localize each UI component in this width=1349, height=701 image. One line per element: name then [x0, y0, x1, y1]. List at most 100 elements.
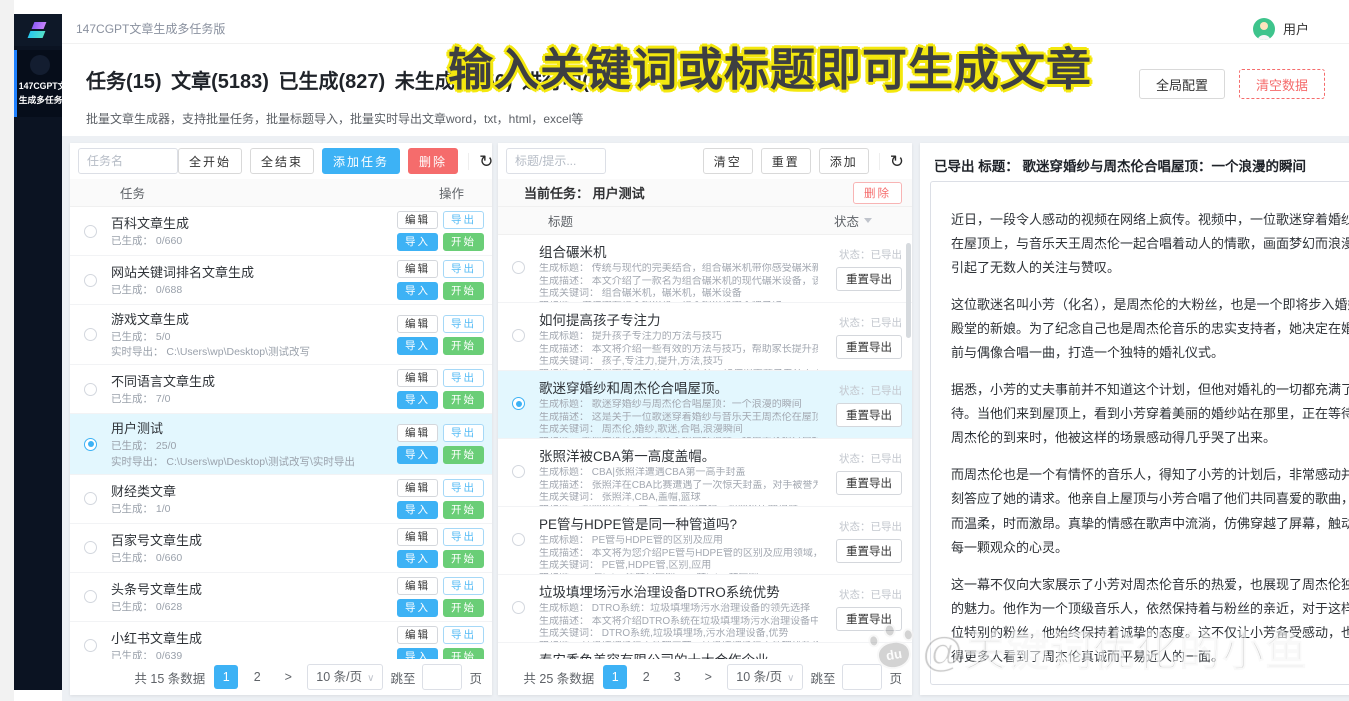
- edit-task-button[interactable]: 编辑: [397, 528, 438, 546]
- reset-export-button[interactable]: 重置导出: [836, 471, 902, 495]
- title-row[interactable]: 组合碾米机生成标题： 传统与现代的完美结合，组合碾米机带你感受碾米新时代生成描述…: [498, 235, 912, 303]
- page-number[interactable]: 1: [603, 665, 627, 689]
- reset-export-button[interactable]: 重置导出: [836, 607, 902, 631]
- import-task-button[interactable]: 导入: [397, 446, 438, 464]
- export-task-button[interactable]: 导出: [443, 479, 484, 497]
- export-task-button[interactable]: 导出: [443, 528, 484, 546]
- import-task-button[interactable]: 导入: [397, 282, 438, 300]
- title-radio[interactable]: [512, 533, 525, 546]
- start-task-button[interactable]: 开始: [443, 648, 484, 659]
- page-number[interactable]: 1: [214, 665, 238, 689]
- title-row[interactable]: 泰安秀色美容有限公司的十大合作企业: [498, 643, 912, 659]
- clear-data-button[interactable]: 清空数据: [1239, 69, 1325, 99]
- task-row[interactable]: 百家号文章生成已生成： 0/660编辑导出导入开始: [70, 524, 492, 573]
- task-row[interactable]: 用户测试已生成： 25/0实时导出： C:\Users\wp\Desktop\测…: [70, 414, 492, 474]
- import-task-button[interactable]: 导入: [397, 337, 438, 355]
- sidebar-item-app[interactable]: 147CGPT文章 生成多任务版: [14, 50, 62, 117]
- task-search-input[interactable]: [78, 148, 178, 174]
- reset-export-button[interactable]: 重置导出: [836, 403, 902, 427]
- title-radio[interactable]: [512, 465, 525, 478]
- task-radio[interactable]: [84, 328, 97, 341]
- title-row[interactable]: 垃圾填埋场污水治理设备DTRO系统优势生成标题： DTRO系统：垃圾填埋场污水治…: [498, 575, 912, 643]
- refresh-icon[interactable]: ↻: [468, 153, 493, 170]
- import-task-button[interactable]: 导入: [397, 648, 438, 659]
- export-task-button[interactable]: 导出: [443, 369, 484, 387]
- task-radio[interactable]: [84, 383, 97, 396]
- task-row[interactable]: 不同语言文章生成已生成： 7/0编辑导出导入开始: [70, 365, 492, 414]
- title-radio[interactable]: [512, 601, 525, 614]
- reset-titles-button[interactable]: 重置: [761, 148, 811, 174]
- delete-title-button[interactable]: 删除: [853, 182, 902, 204]
- task-row[interactable]: 百科文章生成已生成： 0/660编辑导出导入开始: [70, 207, 492, 256]
- page-number[interactable]: 2: [245, 665, 269, 689]
- delete-task-button[interactable]: 删除: [408, 148, 458, 174]
- user-menu[interactable]: 用户: [1253, 18, 1309, 40]
- title-row[interactable]: 张照洋被CBA第一高度盖帽。生成标题： CBA|张照洋遭遇CBA第一高手封盖生成…: [498, 439, 912, 507]
- start-task-button[interactable]: 开始: [443, 337, 484, 355]
- task-radio[interactable]: [84, 492, 97, 505]
- task-radio[interactable]: [84, 274, 97, 287]
- export-task-button[interactable]: 导出: [443, 315, 484, 333]
- global-config-button[interactable]: 全局配置: [1139, 69, 1225, 99]
- task-row[interactable]: 财经类文章已生成： 1/0编辑导出导入开始: [70, 475, 492, 524]
- export-task-button[interactable]: 导出: [443, 260, 484, 278]
- titles-scrollbar-thumb[interactable]: [906, 243, 911, 338]
- add-title-button[interactable]: 添加: [819, 148, 869, 174]
- start-task-button[interactable]: 开始: [443, 599, 484, 617]
- edit-task-button[interactable]: 编辑: [397, 577, 438, 595]
- task-row[interactable]: 游戏文章生成已生成： 5/0实时导出： C:\Users\wp\Desktop\…: [70, 305, 492, 365]
- page-number[interactable]: 2: [634, 665, 658, 689]
- start-task-button[interactable]: 开始: [443, 446, 484, 464]
- page-number[interactable]: 3: [665, 665, 689, 689]
- title-radio[interactable]: [512, 397, 525, 410]
- per-page-select[interactable]: 10 条/页∨: [307, 664, 383, 690]
- add-task-button[interactable]: 添加任务: [322, 148, 400, 174]
- task-radio[interactable]: [84, 639, 97, 652]
- per-page-select[interactable]: 10 条/页∨: [727, 664, 803, 690]
- next-page-button[interactable]: >: [696, 665, 720, 689]
- edit-task-button[interactable]: 编辑: [397, 211, 438, 229]
- task-radio[interactable]: [84, 225, 97, 238]
- clear-titles-button[interactable]: 清空: [703, 148, 753, 174]
- export-task-button[interactable]: 导出: [443, 424, 484, 442]
- task-row[interactable]: 小红书文章生成已生成： 0/639编辑导出导入开始: [70, 622, 492, 659]
- edit-task-button[interactable]: 编辑: [397, 424, 438, 442]
- article-body[interactable]: 近日，一段令人感动的视频在网络上疯传。视频中，一位歌迷穿着婚纱站在屋顶上，与音乐…: [931, 182, 1349, 684]
- task-row[interactable]: 网站关键词排名文章生成已生成： 0/688编辑导出导入开始: [70, 256, 492, 305]
- start-task-button[interactable]: 开始: [443, 233, 484, 251]
- export-task-button[interactable]: 导出: [443, 626, 484, 644]
- start-task-button[interactable]: 开始: [443, 282, 484, 300]
- start-task-button[interactable]: 开始: [443, 501, 484, 519]
- filter-icon[interactable]: [864, 218, 872, 227]
- title-radio[interactable]: [512, 329, 525, 342]
- task-radio[interactable]: [84, 438, 97, 451]
- export-task-button[interactable]: 导出: [443, 577, 484, 595]
- refresh-icon[interactable]: ↻: [879, 153, 904, 170]
- next-page-button[interactable]: >: [276, 665, 300, 689]
- title-search-input[interactable]: [506, 148, 606, 174]
- title-row[interactable]: 歌迷穿婚纱和周杰伦合唱屋顶。生成标题： 歌迷穿婚纱与周杰伦合唱屋顶：一个浪漫的瞬…: [498, 371, 912, 439]
- edit-task-button[interactable]: 编辑: [397, 626, 438, 644]
- task-radio[interactable]: [84, 541, 97, 554]
- task-radio[interactable]: [84, 590, 97, 603]
- reset-export-button[interactable]: 重置导出: [836, 335, 902, 359]
- edit-task-button[interactable]: 编辑: [397, 315, 438, 333]
- jump-page-input[interactable]: [422, 664, 462, 690]
- start-task-button[interactable]: 开始: [443, 550, 484, 568]
- reset-export-button[interactable]: 重置导出: [836, 539, 902, 563]
- import-task-button[interactable]: 导入: [397, 550, 438, 568]
- edit-task-button[interactable]: 编辑: [397, 369, 438, 387]
- reset-export-button[interactable]: 重置导出: [836, 267, 902, 291]
- import-task-button[interactable]: 导入: [397, 599, 438, 617]
- export-task-button[interactable]: 导出: [443, 211, 484, 229]
- title-radio[interactable]: [512, 261, 525, 274]
- stop-all-button[interactable]: 全结束: [250, 148, 314, 174]
- start-all-button[interactable]: 全开始: [178, 148, 242, 174]
- start-task-button[interactable]: 开始: [443, 391, 484, 409]
- edit-task-button[interactable]: 编辑: [397, 479, 438, 497]
- jump-page-input[interactable]: [842, 664, 882, 690]
- edit-task-button[interactable]: 编辑: [397, 260, 438, 278]
- import-task-button[interactable]: 导入: [397, 233, 438, 251]
- import-task-button[interactable]: 导入: [397, 501, 438, 519]
- task-row[interactable]: 头条号文章生成已生成： 0/628编辑导出导入开始: [70, 573, 492, 622]
